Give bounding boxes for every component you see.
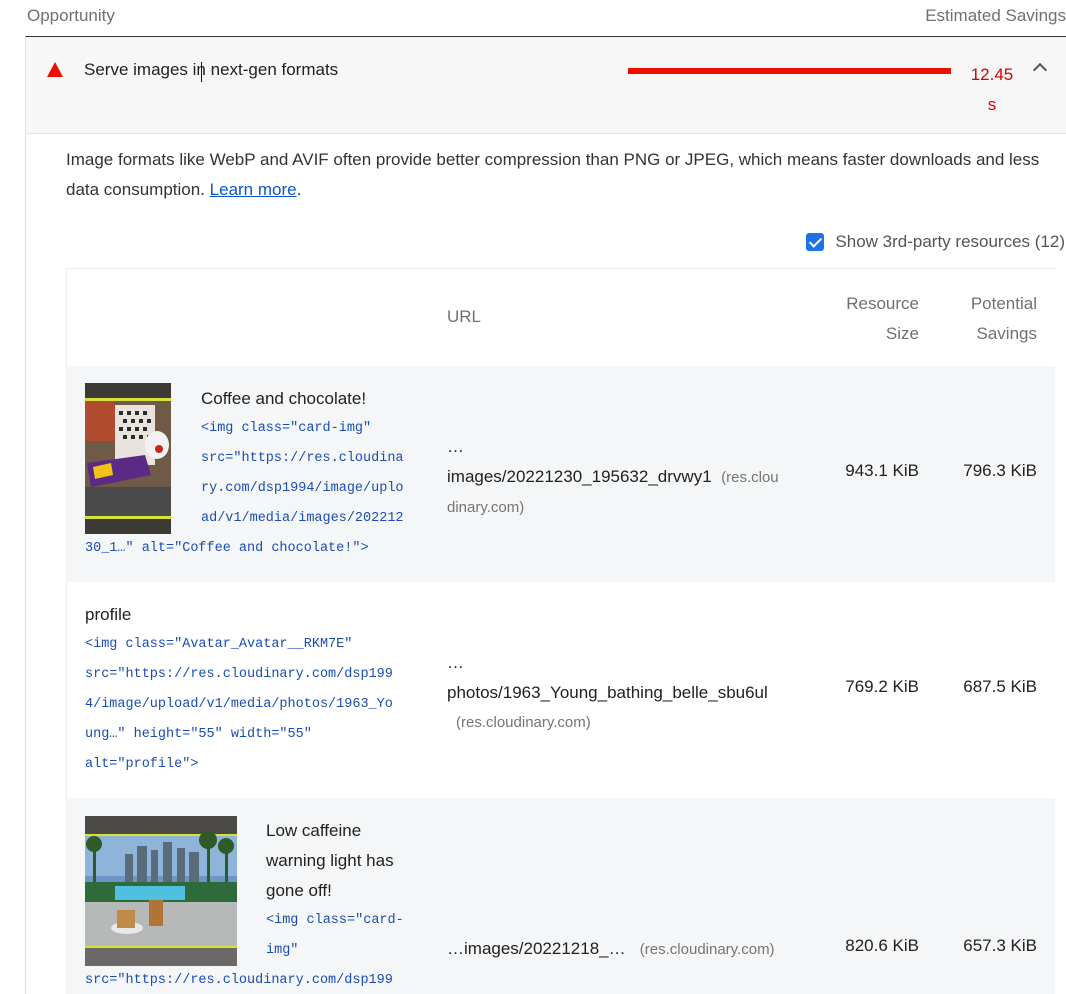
- estimated-savings-column-label: Estimated Savings: [925, 6, 1066, 25]
- learn-more-link[interactable]: Learn more: [210, 180, 297, 199]
- third-party-label: Show 3rd-party resources (12): [835, 232, 1065, 251]
- audit-summary[interactable]: Serve images in next-gen formats 12.45 s: [26, 37, 1066, 134]
- potential-savings: 657.3 KiB: [963, 936, 1037, 955]
- potential-savings-header-line2: Savings: [976, 324, 1037, 343]
- url-column-header: URL: [447, 307, 482, 326]
- audit-serve-next-gen-images: Serve images in next-gen formats 12.45 s…: [25, 36, 1066, 994]
- resource-size: 769.2 KiB: [845, 677, 919, 696]
- node-description: Coffee and chocolate! <img class="card-i…: [85, 384, 415, 564]
- table-header: URL Resource Size Potential Savings: [67, 269, 1056, 366]
- third-party-checkbox[interactable]: [806, 233, 825, 251]
- node-snippet-line: src="https://res.cloudinary.com/dsp199: [85, 667, 393, 682]
- text-cursor: [201, 62, 202, 82]
- node-snippet-line: <img class="card-img": [201, 421, 372, 436]
- column-header: Opportunity Estimated Savings: [0, 0, 1066, 32]
- url-ellipsis: …: [447, 653, 464, 672]
- description-period: .: [296, 180, 302, 199]
- resource-size: 943.1 KiB: [845, 461, 919, 480]
- node-snippet-line: <img class="card-: [266, 913, 404, 928]
- resource-size: 820.6 KiB: [845, 936, 919, 955]
- potential-savings: 687.5 KiB: [963, 677, 1037, 696]
- savings-display: 12.45 s: [970, 60, 1014, 120]
- node-snippet-line: 30_1…" alt="Coffee and chocolate!">: [85, 541, 369, 556]
- node-snippet-line: src="https://res.cloudinary.com/dsp199: [85, 973, 393, 988]
- table-row[interactable]: profile <img class="Avatar_Avatar__RKM7E…: [67, 582, 1055, 798]
- resource-size-header-line1: Resource: [846, 294, 919, 313]
- node-snippet-line: ung…" height="55" width="55": [85, 727, 312, 742]
- url-host: (res.clou: [721, 469, 779, 486]
- resource-url[interactable]: …images/20221218_… (res.cloudinary.com): [447, 934, 807, 965]
- third-party-toggle[interactable]: Show 3rd-party resources (12): [806, 232, 1065, 252]
- chevron-up-icon[interactable]: [1032, 62, 1048, 78]
- node-label: Coffee and chocolate!: [201, 389, 367, 408]
- fail-triangle-icon: [47, 62, 63, 77]
- resource-url[interactable]: … images/20221230_195632_drvwy1 (res.clo…: [447, 432, 807, 523]
- savings-value: 12.45: [970, 65, 1014, 84]
- node-description: Low caffeine warning light has gone off!…: [85, 816, 415, 994]
- potential-savings-header-line1: Potential: [970, 294, 1037, 313]
- url-host: (res.cloudinary.com): [639, 941, 775, 958]
- resource-url[interactable]: … photos/1963_Young_bathing_belle_sbu6ul…: [447, 648, 807, 738]
- node-label: profile: [85, 605, 132, 624]
- node-snippet-line: ry.com/dsp1994/image/uplo: [201, 481, 404, 496]
- url-path: images/20221230_195632_drvwy1: [447, 467, 712, 486]
- node-snippet-line: img": [266, 943, 299, 958]
- resource-size-column-header: Resource Size: [827, 289, 919, 349]
- potential-savings: 796.3 KiB: [963, 461, 1037, 480]
- url-ellipsis: …: [447, 437, 464, 456]
- table-row[interactable]: Coffee and chocolate! <img class="card-i…: [67, 366, 1055, 582]
- opportunity-column-label: Opportunity: [27, 6, 115, 25]
- opportunity-table: URL Resource Size Potential Savings Coff…: [66, 268, 1056, 994]
- node-label-line: gone off!: [266, 881, 332, 900]
- node-snippet-line: src="https://res.cloudina: [201, 451, 404, 466]
- potential-savings-column-header: Potential Savings: [945, 289, 1037, 349]
- url-path: photos/1963_Young_bathing_belle_sbu6ul: [447, 683, 768, 702]
- node-label-line: Low caffeine: [266, 821, 362, 840]
- table-row[interactable]: Low caffeine warning light has gone off!…: [67, 798, 1055, 994]
- savings-unit: s: [987, 95, 997, 114]
- node-label-line: warning light has: [266, 851, 394, 870]
- audit-description: Image formats like WebP and AVIF often p…: [66, 145, 1046, 205]
- node-snippet-line: 4/image/upload/v1/media/photos/1963_Yo: [85, 697, 393, 712]
- node-description: profile <img class="Avatar_Avatar__RKM7E…: [85, 600, 415, 780]
- url-host-continued: dinary.com): [447, 499, 525, 516]
- audit-title: Serve images in next-gen formats: [84, 60, 339, 79]
- savings-bar: [628, 68, 951, 74]
- url-path: …images/20221218_…: [447, 939, 626, 958]
- url-host: (res.cloudinary.com): [456, 714, 591, 731]
- resource-size-header-line2: Size: [885, 324, 919, 343]
- node-snippet-line: alt="profile">: [85, 757, 199, 772]
- node-snippet-line: ad/v1/media/images/202212: [201, 511, 404, 526]
- node-snippet-line: <img class="Avatar_Avatar__RKM7E": [85, 637, 353, 652]
